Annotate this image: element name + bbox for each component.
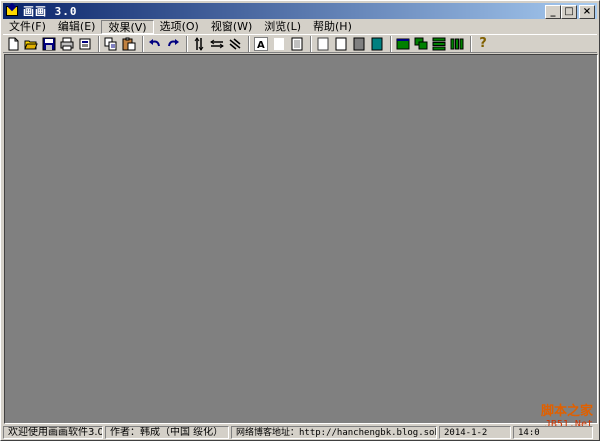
app-icon[interactable] <box>5 2 19 18</box>
save-disk-icon[interactable] <box>41 36 57 52</box>
flip-vertical-icon[interactable] <box>191 36 207 52</box>
frame-teal-icon[interactable] <box>369 36 385 52</box>
window-single-icon[interactable] <box>395 36 411 52</box>
frame-gray-icon[interactable] <box>351 36 367 52</box>
text-tool-glyph: A <box>257 40 265 51</box>
window-tile-horizontal-icon[interactable] <box>431 36 447 52</box>
status-date: 2014-1-2 <box>439 426 511 439</box>
window-tile-vertical-icon[interactable] <box>449 36 465 52</box>
gray-frame-icon[interactable] <box>289 36 305 52</box>
help-icon[interactable]: ? <box>475 36 491 52</box>
print-preview-icon[interactable] <box>77 36 93 52</box>
app-window: 画画 3.0 _ □ × 文件(F) 编辑(E) 效果(V) 选项(O) 视窗(… <box>0 0 600 441</box>
frame-white-icon[interactable] <box>333 36 349 52</box>
menu-options[interactable]: 选项(O) <box>154 20 205 34</box>
toolbar-separator <box>98 35 100 52</box>
copy-icon[interactable] <box>103 36 119 52</box>
menu-bar: 文件(F) 编辑(E) 效果(V) 选项(O) 视窗(W) 浏览(L) 帮助(H… <box>3 19 597 34</box>
flip-horizontal-icon[interactable] <box>209 36 225 52</box>
status-bar: 欢迎使用画画软件3.0 作者：韩成（中国 绥化） 网络博客地址：http://h… <box>3 426 597 440</box>
window-title: 画画 3.0 <box>23 5 78 18</box>
status-author: 作者：韩成（中国 绥化） <box>105 426 229 439</box>
toolbar-separator <box>470 35 472 52</box>
print-icon[interactable] <box>59 36 75 52</box>
menu-help[interactable]: 帮助(H) <box>307 20 358 34</box>
rotate-icon[interactable] <box>227 36 243 52</box>
menu-browse[interactable]: 浏览(L) <box>258 20 307 34</box>
menu-window[interactable]: 视窗(W) <box>205 20 258 34</box>
undo-icon[interactable] <box>147 36 163 52</box>
text-tool-icon[interactable]: A <box>253 36 269 52</box>
toolbar-separator <box>142 35 144 52</box>
status-blog: 网络博客地址：http://hanchengbk.blog.sohu.co <box>231 426 437 439</box>
toolbar-separator <box>310 35 312 52</box>
window-cascade-icon[interactable] <box>413 36 429 52</box>
paste-icon[interactable] <box>121 36 137 52</box>
toolbar-separator <box>248 35 250 52</box>
drawing-workspace[interactable] <box>4 54 598 424</box>
title-bar[interactable]: 画画 3.0 _ □ × <box>3 2 597 19</box>
menu-file[interactable]: 文件(F) <box>3 20 52 34</box>
menu-effects[interactable]: 效果(V) <box>101 19 154 34</box>
new-file-icon[interactable] <box>5 36 21 52</box>
white-fill-icon[interactable] <box>271 36 287 52</box>
menu-edit[interactable]: 编辑(E) <box>52 20 102 34</box>
close-button[interactable]: × <box>579 5 595 19</box>
maximize-button[interactable]: □ <box>561 5 577 19</box>
toolbar-separator <box>390 35 392 52</box>
redo-icon[interactable] <box>165 36 181 52</box>
minimize-button[interactable]: _ <box>545 5 561 19</box>
toolbar: A ? <box>3 34 597 53</box>
window-controls: _ □ × <box>545 5 595 19</box>
status-time: 14:0 <box>513 426 593 439</box>
toolbar-separator <box>186 35 188 52</box>
frame-light-icon[interactable] <box>315 36 331 52</box>
open-folder-icon[interactable] <box>23 36 39 52</box>
help-glyph: ? <box>479 35 487 51</box>
status-welcome: 欢迎使用画画软件3.0 <box>3 426 103 439</box>
